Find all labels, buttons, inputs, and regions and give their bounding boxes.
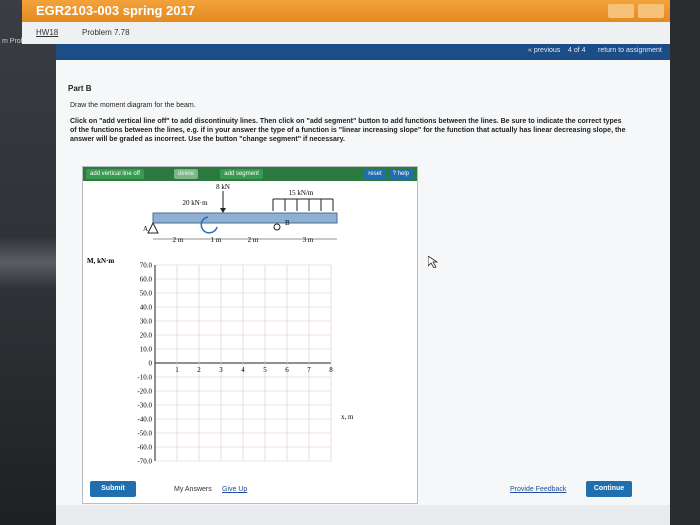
y-tick-label: 60.0 — [140, 276, 153, 284]
top-button-1[interactable] — [608, 4, 634, 18]
y-tick-label: -10.0 — [137, 374, 152, 382]
y-tick-label: -30.0 — [137, 402, 152, 410]
delete-button[interactable]: delete — [173, 169, 199, 179]
part-label: Part B — [68, 84, 92, 93]
x-tick-label: 6 — [285, 366, 289, 374]
page-position: 4 of 4 — [568, 47, 586, 54]
provide-feedback-link[interactable]: Provide Feedback — [510, 486, 566, 493]
x-tick-label: 4 — [241, 366, 245, 374]
force-arrow-head-icon — [220, 208, 226, 213]
y-tick-label: 0 — [149, 360, 153, 368]
y-tick-label: 10.0 — [140, 346, 153, 354]
plot-grid — [154, 264, 332, 462]
moment-plot[interactable]: M, kN·m 70.0 60.0 50.0 40.0 30.0 20.0 10.0 0 -10… — [83, 251, 417, 501]
y-tick-label: -60.0 — [137, 444, 152, 452]
y-tick-label: -40.0 — [137, 416, 152, 424]
my-answers-label: My Answers — [174, 486, 212, 493]
submit-button[interactable]: Submit — [90, 481, 136, 497]
task-text: Draw the moment diagram for the beam. — [70, 102, 196, 109]
diagram-tool-panel: add vertical line off delete add segment… — [82, 166, 418, 504]
y-tick-label: 50.0 — [140, 290, 153, 298]
tab-problem[interactable]: Problem 7.78 — [82, 28, 130, 37]
plot-ylabel: M, kN·m — [87, 257, 114, 265]
dimension-4: 3 m — [303, 236, 314, 244]
continue-button[interactable]: Continue — [586, 481, 632, 497]
pin-support-a-icon — [147, 221, 159, 234]
support-b-label: B — [285, 219, 290, 227]
x-tick-label: 5 — [263, 366, 267, 374]
x-tick-label: 3 — [219, 366, 223, 374]
support-a-label: A — [143, 225, 148, 233]
roller-support-b-icon — [273, 223, 281, 231]
previous-link[interactable]: « previous — [528, 47, 560, 54]
add-vertical-line-button[interactable]: add vertical line off — [86, 169, 144, 179]
y-tick-label: 30.0 — [140, 318, 153, 326]
give-up-link[interactable]: Give Up — [222, 486, 247, 493]
distributed-load-arrows — [272, 199, 334, 211]
beam — [152, 212, 338, 224]
main-content: Part B Draw the moment diagram for the b… — [56, 60, 670, 505]
x-tick-label: 1 — [175, 366, 179, 374]
tab-hw[interactable]: HW18 — [36, 28, 58, 37]
plot-xlabel: x, m — [341, 413, 354, 421]
mouse-cursor-icon — [428, 256, 438, 268]
instructions-text: Click on "add vertical line off" to add … — [70, 118, 626, 143]
y-tick-label: 40.0 — [140, 304, 153, 312]
problem-nav-bar: « previous 4 of 4 return to assignment — [56, 44, 670, 60]
return-link[interactable]: return to assignment — [598, 47, 662, 54]
y-tick-label: -20.0 — [137, 388, 152, 396]
left-background-strip: m Prob — [0, 0, 56, 525]
y-tick-label: 20.0 — [140, 332, 153, 340]
moment-label: 20 kN·m — [182, 199, 208, 207]
distributed-load-label: 15 kN/m — [289, 189, 314, 197]
help-button[interactable]: ? help — [388, 169, 413, 179]
diagram-toolbar: add vertical line off delete add segment… — [83, 167, 417, 181]
plot-x-ticks: 1 2 3 4 5 6 7 8 — [175, 366, 333, 374]
top-button-2[interactable] — [638, 4, 664, 18]
y-tick-label: -70.0 — [137, 458, 152, 466]
force-label: 8 kN — [216, 183, 230, 191]
dimension-1: 2 m — [173, 236, 184, 244]
course-title: EGR2103-003 spring 2017 — [36, 3, 195, 18]
beam-figure: 8 kN 20 kN·m 15 kN/m A B 2 m 1 m 2 m 3 m — [143, 183, 338, 244]
y-tick-label: -50.0 — [137, 430, 152, 438]
x-tick-label: 2 — [197, 366, 201, 374]
dimension-3: 2 m — [248, 236, 259, 244]
x-tick-label: 7 — [307, 366, 311, 374]
y-tick-label: 70.0 — [140, 262, 153, 270]
reset-button[interactable]: reset — [364, 169, 386, 179]
tab-strip: HW18 Problem 7.78 — [22, 22, 670, 44]
course-title-bar: EGR2103-003 spring 2017 — [22, 0, 670, 22]
x-tick-label: 8 — [329, 366, 333, 374]
footer-bar: Submit My Answers Give Up Provide Feedba… — [56, 481, 670, 525]
dimension-2: 1 m — [211, 236, 222, 244]
add-segment-button[interactable]: add segment — [220, 169, 263, 179]
plot-y-ticks: 70.0 60.0 50.0 40.0 30.0 20.0 10.0 0 -10.0 -20.0 -… — [137, 262, 152, 466]
